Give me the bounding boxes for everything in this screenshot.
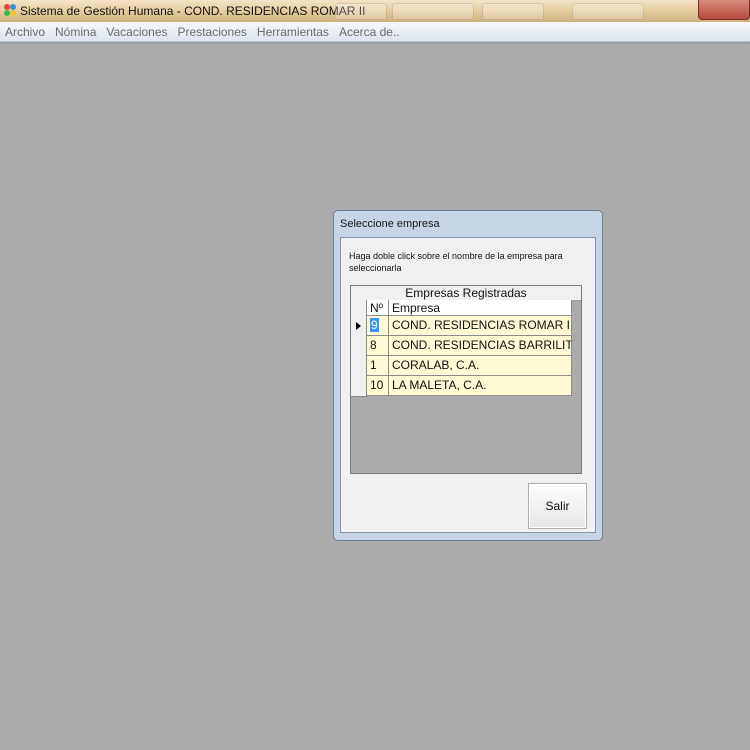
exit-button[interactable]: Salir xyxy=(528,483,587,529)
table-row[interactable]: 8 COND. RESIDENCIAS BARRILITO xyxy=(351,336,572,357)
cell-number[interactable]: 9 xyxy=(367,316,389,336)
menu-nomina[interactable]: Nómina xyxy=(50,25,101,39)
menu-acerca-de[interactable]: Acerca de.. xyxy=(334,25,405,39)
menu-vacaciones[interactable]: Vacaciones xyxy=(101,25,172,39)
table-row[interactable]: 9 COND. RESIDENCIAS ROMAR II xyxy=(351,316,572,337)
column-header-empresa[interactable]: Empresa xyxy=(389,300,572,316)
table-row[interactable]: 10 LA MALETA, C.A. xyxy=(351,376,572,397)
window-title-bar: Sistema de Gestión Humana - COND. RESIDE… xyxy=(0,0,750,23)
row-selector[interactable] xyxy=(351,316,367,337)
cell-empresa[interactable]: CORALAB, C.A. xyxy=(389,356,572,376)
cell-number[interactable]: 8 xyxy=(367,336,389,356)
current-row-arrow-icon xyxy=(356,322,361,330)
instruction-text: Haga doble click sobre el nombre de la e… xyxy=(349,251,563,273)
taskbar-ghost xyxy=(572,3,644,20)
cell-number[interactable]: 1 xyxy=(367,356,389,376)
cell-empresa[interactable]: LA MALETA, C.A. xyxy=(389,376,572,396)
column-header-number[interactable]: Nº xyxy=(367,300,389,316)
menu-archivo[interactable]: Archivo xyxy=(0,25,50,39)
window-title: Sistema de Gestión Humana - COND. RESIDE… xyxy=(20,4,366,18)
select-company-dialog: Seleccione empresa Haga doble click sobr… xyxy=(333,210,603,541)
close-button[interactable] xyxy=(698,0,750,20)
table-row[interactable]: 1 CORALAB, C.A. xyxy=(351,356,572,377)
menu-bar: Archivo Nómina Vacaciones Prestaciones H… xyxy=(0,22,750,42)
cell-empresa[interactable]: COND. RESIDENCIAS ROMAR II xyxy=(389,316,572,336)
cell-number[interactable]: 10 xyxy=(367,376,389,396)
taskbar-ghost xyxy=(392,3,474,20)
dialog-title: Seleccione empresa xyxy=(340,218,440,230)
row-selector[interactable] xyxy=(351,376,367,397)
app-icon xyxy=(4,4,16,16)
taskbar-ghost xyxy=(482,3,544,20)
selected-cell-text: 9 xyxy=(370,318,379,332)
companies-grid[interactable]: Empresas Registradas Nº Empresa 9 COND. … xyxy=(350,285,582,474)
taskbar-ghost xyxy=(335,3,387,20)
row-selector[interactable] xyxy=(351,356,367,377)
menu-prestaciones[interactable]: Prestaciones xyxy=(173,25,252,39)
grid-header-row: Nº Empresa xyxy=(351,300,572,317)
row-selector-header xyxy=(351,300,367,317)
workspace-edge xyxy=(0,42,750,44)
row-selector[interactable] xyxy=(351,336,367,357)
menu-herramientas[interactable]: Herramientas xyxy=(252,25,334,39)
dialog-client-area: Haga doble click sobre el nombre de la e… xyxy=(340,237,596,533)
grid-caption: Empresas Registradas xyxy=(351,286,581,301)
cell-empresa[interactable]: COND. RESIDENCIAS BARRILITO xyxy=(389,336,572,356)
